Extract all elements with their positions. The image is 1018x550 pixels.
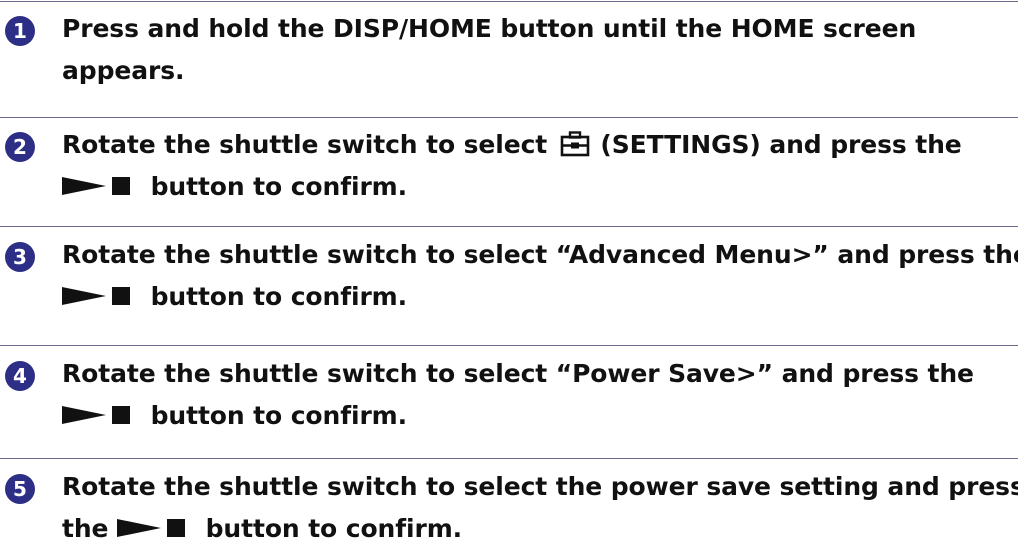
- step-instruction: Press and hold the DISP/HOME button unti…: [62, 8, 1012, 92]
- step-text-line: button to confirm.: [62, 166, 1012, 208]
- settings-toolbox-icon: [560, 131, 590, 157]
- step-text: button to confirm.: [150, 172, 408, 201]
- step-text: button to confirm.: [205, 514, 463, 543]
- divider: [0, 117, 1018, 118]
- divider: [0, 458, 1018, 459]
- step-text: (SETTINGS) and press the: [600, 130, 962, 159]
- step-text-line: the button to confirm.: [62, 508, 1012, 550]
- procedure-steps: 1 Press and hold the DISP/HOME button un…: [0, 0, 1018, 543]
- step-text-line: Rotate the shuttle switch to select (SET…: [62, 124, 1012, 166]
- play-stop-icon: [62, 287, 130, 305]
- step-number-badge: 3: [5, 242, 35, 272]
- step-instruction: Rotate the shuttle switch to select “Pow…: [62, 353, 1012, 437]
- step-instruction: Rotate the shuttle switch to select (SET…: [62, 124, 1012, 208]
- step-instruction: Rotate the shuttle switch to select the …: [62, 466, 1018, 550]
- step-text-line: Rotate the shuttle switch to select “Adv…: [62, 240, 1018, 269]
- step-text: the: [62, 514, 109, 543]
- divider: [0, 1, 1018, 2]
- step-number-badge: 4: [5, 361, 35, 391]
- divider: [0, 226, 1018, 227]
- step-text-line: appears.: [62, 56, 185, 85]
- step-text-line: button to confirm.: [62, 395, 1012, 437]
- step-instruction: Rotate the shuttle switch to select “Adv…: [62, 234, 1018, 318]
- step-number-badge: 1: [5, 16, 35, 46]
- step-text-line: Press and hold the DISP/HOME button unti…: [62, 14, 917, 43]
- step-text-line: Rotate the shuttle switch to select “Pow…: [62, 359, 974, 388]
- step-number-badge: 2: [5, 132, 35, 162]
- step-text: button to confirm.: [150, 282, 408, 311]
- divider: [0, 345, 1018, 346]
- step-text: Rotate the shuttle switch to select: [62, 130, 548, 159]
- step-number-badge: 5: [5, 474, 35, 504]
- step-text: button to confirm.: [150, 401, 408, 430]
- play-stop-icon: [62, 406, 130, 424]
- step-text-line: Rotate the shuttle switch to select the …: [62, 472, 1018, 501]
- step-text-line: button to confirm.: [62, 276, 1012, 318]
- play-stop-icon: [117, 519, 186, 537]
- play-stop-icon: [62, 177, 130, 195]
